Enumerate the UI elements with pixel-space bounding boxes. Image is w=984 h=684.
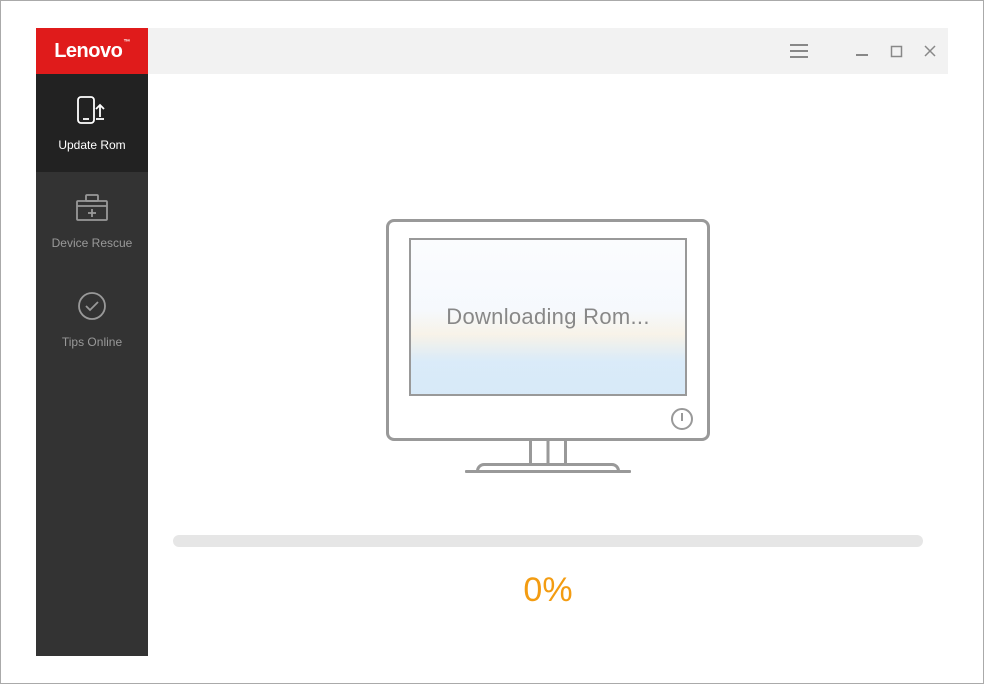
brand-logo: Lenovo ™ xyxy=(36,28,148,74)
check-circle-icon xyxy=(76,290,108,325)
window-controls xyxy=(854,43,938,59)
main-content: Downloading Rom... 0% xyxy=(148,74,948,656)
sidebar-item-device-rescue[interactable]: Device Rescue xyxy=(36,172,148,270)
minimize-button[interactable] xyxy=(854,43,870,59)
trademark-symbol: ™ xyxy=(123,39,130,46)
sidebar: Update Rom Device Rescue Tips Online xyxy=(36,74,148,656)
phone-upload-icon xyxy=(70,95,114,128)
sidebar-item-tips-online[interactable]: Tips Online xyxy=(36,270,148,368)
sidebar-item-update-rom[interactable]: Update Rom xyxy=(36,74,148,172)
sidebar-item-label: Device Rescue xyxy=(52,236,133,250)
first-aid-icon xyxy=(74,193,110,226)
monitor-illustration: Downloading Rom... xyxy=(386,219,710,473)
close-button[interactable] xyxy=(922,43,938,59)
menu-icon[interactable] xyxy=(790,44,808,58)
progress-percentage: 0% xyxy=(523,571,572,610)
sidebar-item-label: Tips Online xyxy=(62,335,122,349)
maximize-button[interactable] xyxy=(888,43,904,59)
sidebar-item-label: Update Rom xyxy=(58,138,125,152)
brand-name: Lenovo xyxy=(54,40,122,63)
power-icon xyxy=(671,408,693,430)
titlebar xyxy=(148,28,948,74)
status-text: Downloading Rom... xyxy=(446,304,650,330)
progress-bar xyxy=(173,535,923,547)
